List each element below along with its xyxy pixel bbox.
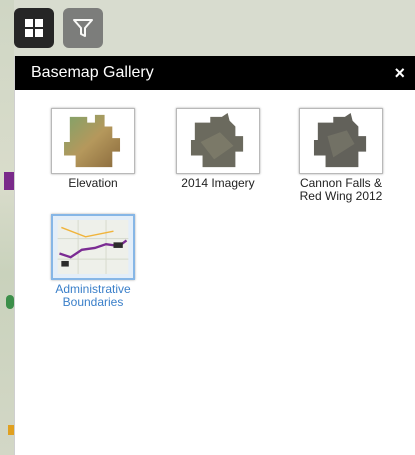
elevation-thumbnail-image bbox=[64, 114, 121, 168]
map-road-marker bbox=[4, 172, 14, 190]
grid-icon bbox=[25, 19, 43, 37]
basemap-thumbnail-selected[interactable] bbox=[51, 214, 135, 280]
funnel-icon bbox=[73, 19, 93, 37]
basemap-thumbnail[interactable] bbox=[176, 108, 260, 174]
map-background[interactable] bbox=[0, 0, 14, 455]
basemap-item-elevation[interactable]: Elevation bbox=[45, 108, 141, 190]
basemap-label: Cannon Falls & Red Wing 2012 bbox=[299, 176, 383, 203]
imagery-thumbnail-image bbox=[190, 113, 244, 168]
basemap-label: 2014 Imagery bbox=[181, 176, 255, 190]
filter-button[interactable] bbox=[63, 8, 103, 48]
basemap-gallery: Elevation 2014 Imagery Cannon Falls & Re… bbox=[15, 90, 415, 309]
panel-header: Basemap Gallery × bbox=[15, 56, 415, 90]
cannon-falls-thumbnail-image bbox=[313, 113, 367, 168]
basemap-thumbnail[interactable] bbox=[299, 108, 383, 174]
basemap-label: Elevation bbox=[68, 176, 118, 190]
admin-boundaries-thumbnail-image bbox=[57, 220, 129, 274]
basemap-item-cannon-falls-red-wing-2012[interactable]: Cannon Falls & Red Wing 2012 bbox=[293, 108, 389, 203]
panel-title: Basemap Gallery bbox=[31, 64, 154, 81]
basemap-item-2014-imagery[interactable]: 2014 Imagery bbox=[170, 108, 266, 190]
close-button[interactable]: × bbox=[394, 64, 405, 82]
basemap-thumbnail[interactable] bbox=[51, 108, 135, 174]
basemap-gallery-button[interactable] bbox=[14, 8, 54, 48]
basemap-item-administrative-boundaries[interactable]: Administrative Boundaries bbox=[45, 214, 141, 309]
basemap-label: Administrative Boundaries bbox=[55, 282, 131, 309]
map-road-marker bbox=[6, 295, 14, 309]
basemap-gallery-panel: Basemap Gallery × Elevation 2014 Imagery… bbox=[14, 56, 415, 455]
